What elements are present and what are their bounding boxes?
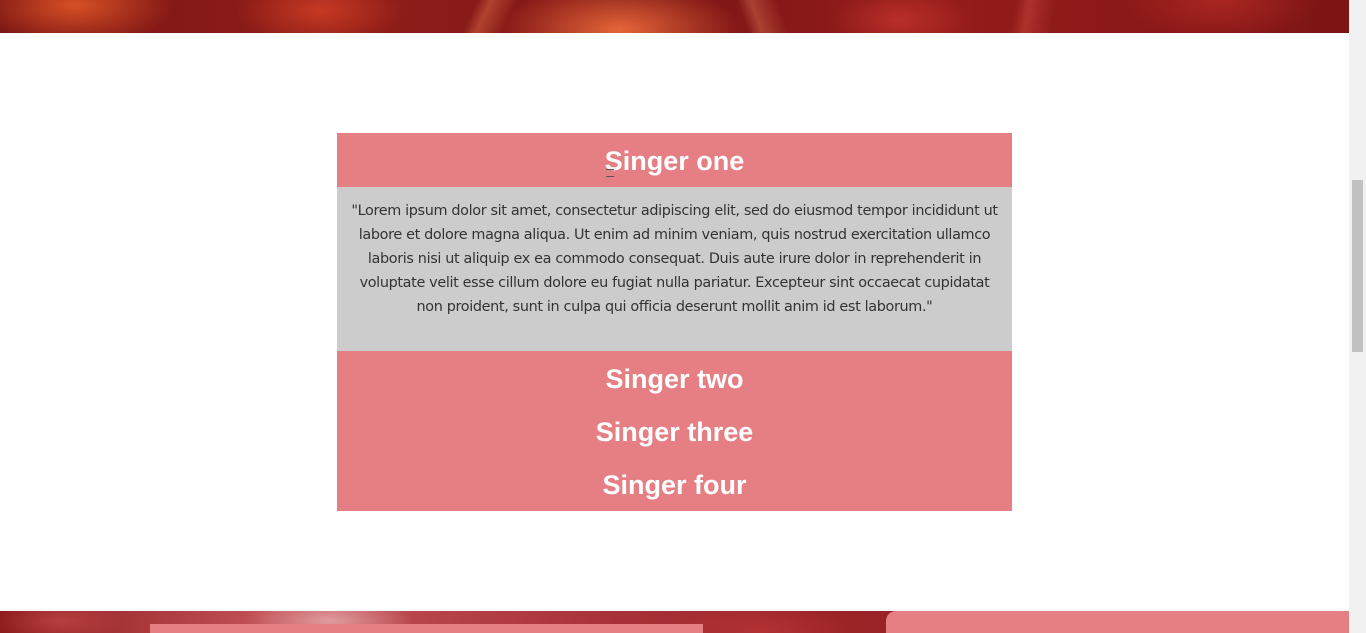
- accordion-header-singer-one[interactable]: Singer one: [337, 133, 1012, 187]
- accordion-header-singer-four[interactable]: Singer four: [337, 457, 1012, 511]
- accordion-header-singer-two[interactable]: Singer two: [337, 351, 1012, 404]
- accordion-panel-singer-one: "Lorem ipsum dolor sit amet, consectetur…: [337, 187, 1012, 351]
- bottom-right-card: [886, 611, 1349, 633]
- vertical-scrollbar[interactable]: [1349, 0, 1366, 633]
- bottom-left-card: [150, 624, 703, 633]
- hero-banner-image: [0, 0, 1349, 33]
- text-cursor-icon: [606, 169, 614, 177]
- page: Singer one "Lorem ipsum dolor sit amet, …: [0, 0, 1349, 633]
- scrollbar-thumb[interactable]: [1352, 180, 1363, 352]
- accordion-header-singer-three[interactable]: Singer three: [337, 404, 1012, 457]
- singers-accordion: Singer one "Lorem ipsum dolor sit amet, …: [337, 133, 1012, 511]
